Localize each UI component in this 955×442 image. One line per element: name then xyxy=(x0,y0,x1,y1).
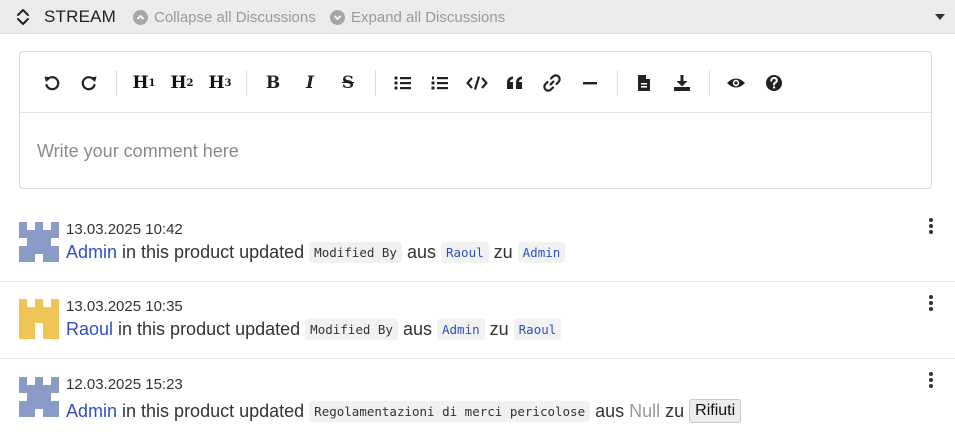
stream-header: STREAM Collapse all Discussions Expand a… xyxy=(0,0,955,34)
more-options-icon[interactable] xyxy=(928,371,934,389)
more-options-icon[interactable] xyxy=(928,294,934,312)
toolbar-separator xyxy=(116,70,117,96)
eye-icon xyxy=(727,78,745,88)
toolbar-separator xyxy=(375,70,376,96)
heading-2-button[interactable]: H2 xyxy=(169,70,195,96)
heading-3-button[interactable]: H3 xyxy=(207,70,233,96)
entry-action-text: in this product updated xyxy=(118,319,301,339)
strikethrough-button[interactable]: S xyxy=(335,70,361,96)
new-value-link[interactable]: Admin xyxy=(517,242,566,263)
chevron-up-down-icon[interactable] xyxy=(16,8,30,26)
from-word: aus xyxy=(402,319,432,339)
bullet-list-icon xyxy=(394,76,411,90)
entry-description: Admin in this product updated Regolament… xyxy=(66,399,742,423)
expand-all-label: Expand all Discussions xyxy=(351,9,506,26)
heading-1-button[interactable]: H1 xyxy=(131,70,157,96)
horizontal-rule-icon xyxy=(583,82,597,85)
editor-toolbar: H1 H2 H3 B I S xyxy=(20,52,931,113)
help-button[interactable] xyxy=(761,70,787,96)
undo-icon xyxy=(44,76,60,91)
from-word: aus xyxy=(595,400,625,421)
entry-action-text: in this product updated xyxy=(122,242,305,262)
to-word: zu xyxy=(489,319,509,339)
user-link[interactable]: Admin xyxy=(66,242,117,263)
entry-description: Admin in this product updated Modified B… xyxy=(66,242,566,263)
to-word: zu xyxy=(665,400,685,421)
stream-entry: 13.03.2025 10:35 Raoul in this product u… xyxy=(0,282,955,358)
toolbar-separator xyxy=(246,70,247,96)
ordered-list-icon xyxy=(431,76,448,90)
comment-editor: H1 H2 H3 B I S xyxy=(19,51,932,189)
download-button[interactable] xyxy=(669,70,695,96)
from-word: aus xyxy=(406,242,436,262)
stream-title: STREAM xyxy=(44,7,117,26)
new-value-badge: Rifiuti xyxy=(689,399,742,423)
code-button[interactable] xyxy=(464,70,490,96)
redo-button[interactable] xyxy=(76,70,102,96)
avatar xyxy=(19,299,59,339)
file-icon xyxy=(638,75,650,91)
chevron-up-circle-icon xyxy=(133,10,148,25)
entry-description: Raoul in this product updated Modified B… xyxy=(66,319,562,340)
old-value-link[interactable]: Admin xyxy=(437,319,485,340)
chevron-down-circle-icon xyxy=(330,10,345,25)
more-options-icon[interactable] xyxy=(928,217,934,235)
expand-all-button[interactable]: Expand all Discussions xyxy=(330,9,505,26)
field-name: Modified By xyxy=(309,242,402,263)
old-value-link[interactable]: Raoul xyxy=(441,242,489,263)
undo-button[interactable] xyxy=(39,70,65,96)
new-value-link[interactable]: Raoul xyxy=(513,319,562,340)
download-icon xyxy=(674,75,690,91)
field-name: Modified By xyxy=(305,319,398,340)
avatar xyxy=(19,222,59,262)
quote-icon xyxy=(507,76,522,89)
toolbar-separator xyxy=(709,70,710,96)
collapse-all-label: Collapse all Discussions xyxy=(154,9,316,26)
bullet-list-button[interactable] xyxy=(390,70,416,96)
field-name: Regolamentazioni di merci pericolose xyxy=(309,400,591,422)
redo-icon xyxy=(81,76,97,91)
link-button[interactable] xyxy=(539,70,565,96)
code-icon xyxy=(466,76,488,90)
caret-down-icon[interactable] xyxy=(935,14,945,20)
to-word: zu xyxy=(493,242,513,262)
entry-timestamp: 13.03.2025 10:35 xyxy=(66,298,183,315)
quote-button[interactable] xyxy=(502,70,528,96)
old-value: Null xyxy=(629,400,661,421)
toolbar-separator xyxy=(617,70,618,96)
italic-button[interactable]: I xyxy=(297,70,323,96)
bold-button[interactable]: B xyxy=(260,70,286,96)
avatar xyxy=(19,377,59,417)
horizontal-rule-button[interactable] xyxy=(577,70,603,96)
preview-button[interactable] xyxy=(723,70,749,96)
entry-timestamp: 12.03.2025 15:23 xyxy=(66,376,183,393)
comment-input[interactable] xyxy=(20,114,931,188)
link-icon xyxy=(543,74,561,92)
entry-timestamp: 13.03.2025 10:42 xyxy=(66,221,183,238)
ordered-list-button[interactable] xyxy=(427,70,453,96)
entry-action-text: in this product updated xyxy=(122,400,305,421)
user-link[interactable]: Admin xyxy=(66,401,117,422)
user-link[interactable]: Raoul xyxy=(66,319,113,340)
collapse-all-button[interactable]: Collapse all Discussions xyxy=(133,9,316,26)
stream-entry: 13.03.2025 10:42 Admin in this product u… xyxy=(0,205,955,281)
insert-file-button[interactable] xyxy=(631,70,657,96)
stream-entry: 12.03.2025 15:23 Admin in this product u… xyxy=(0,359,955,435)
question-circle-icon xyxy=(766,75,782,91)
